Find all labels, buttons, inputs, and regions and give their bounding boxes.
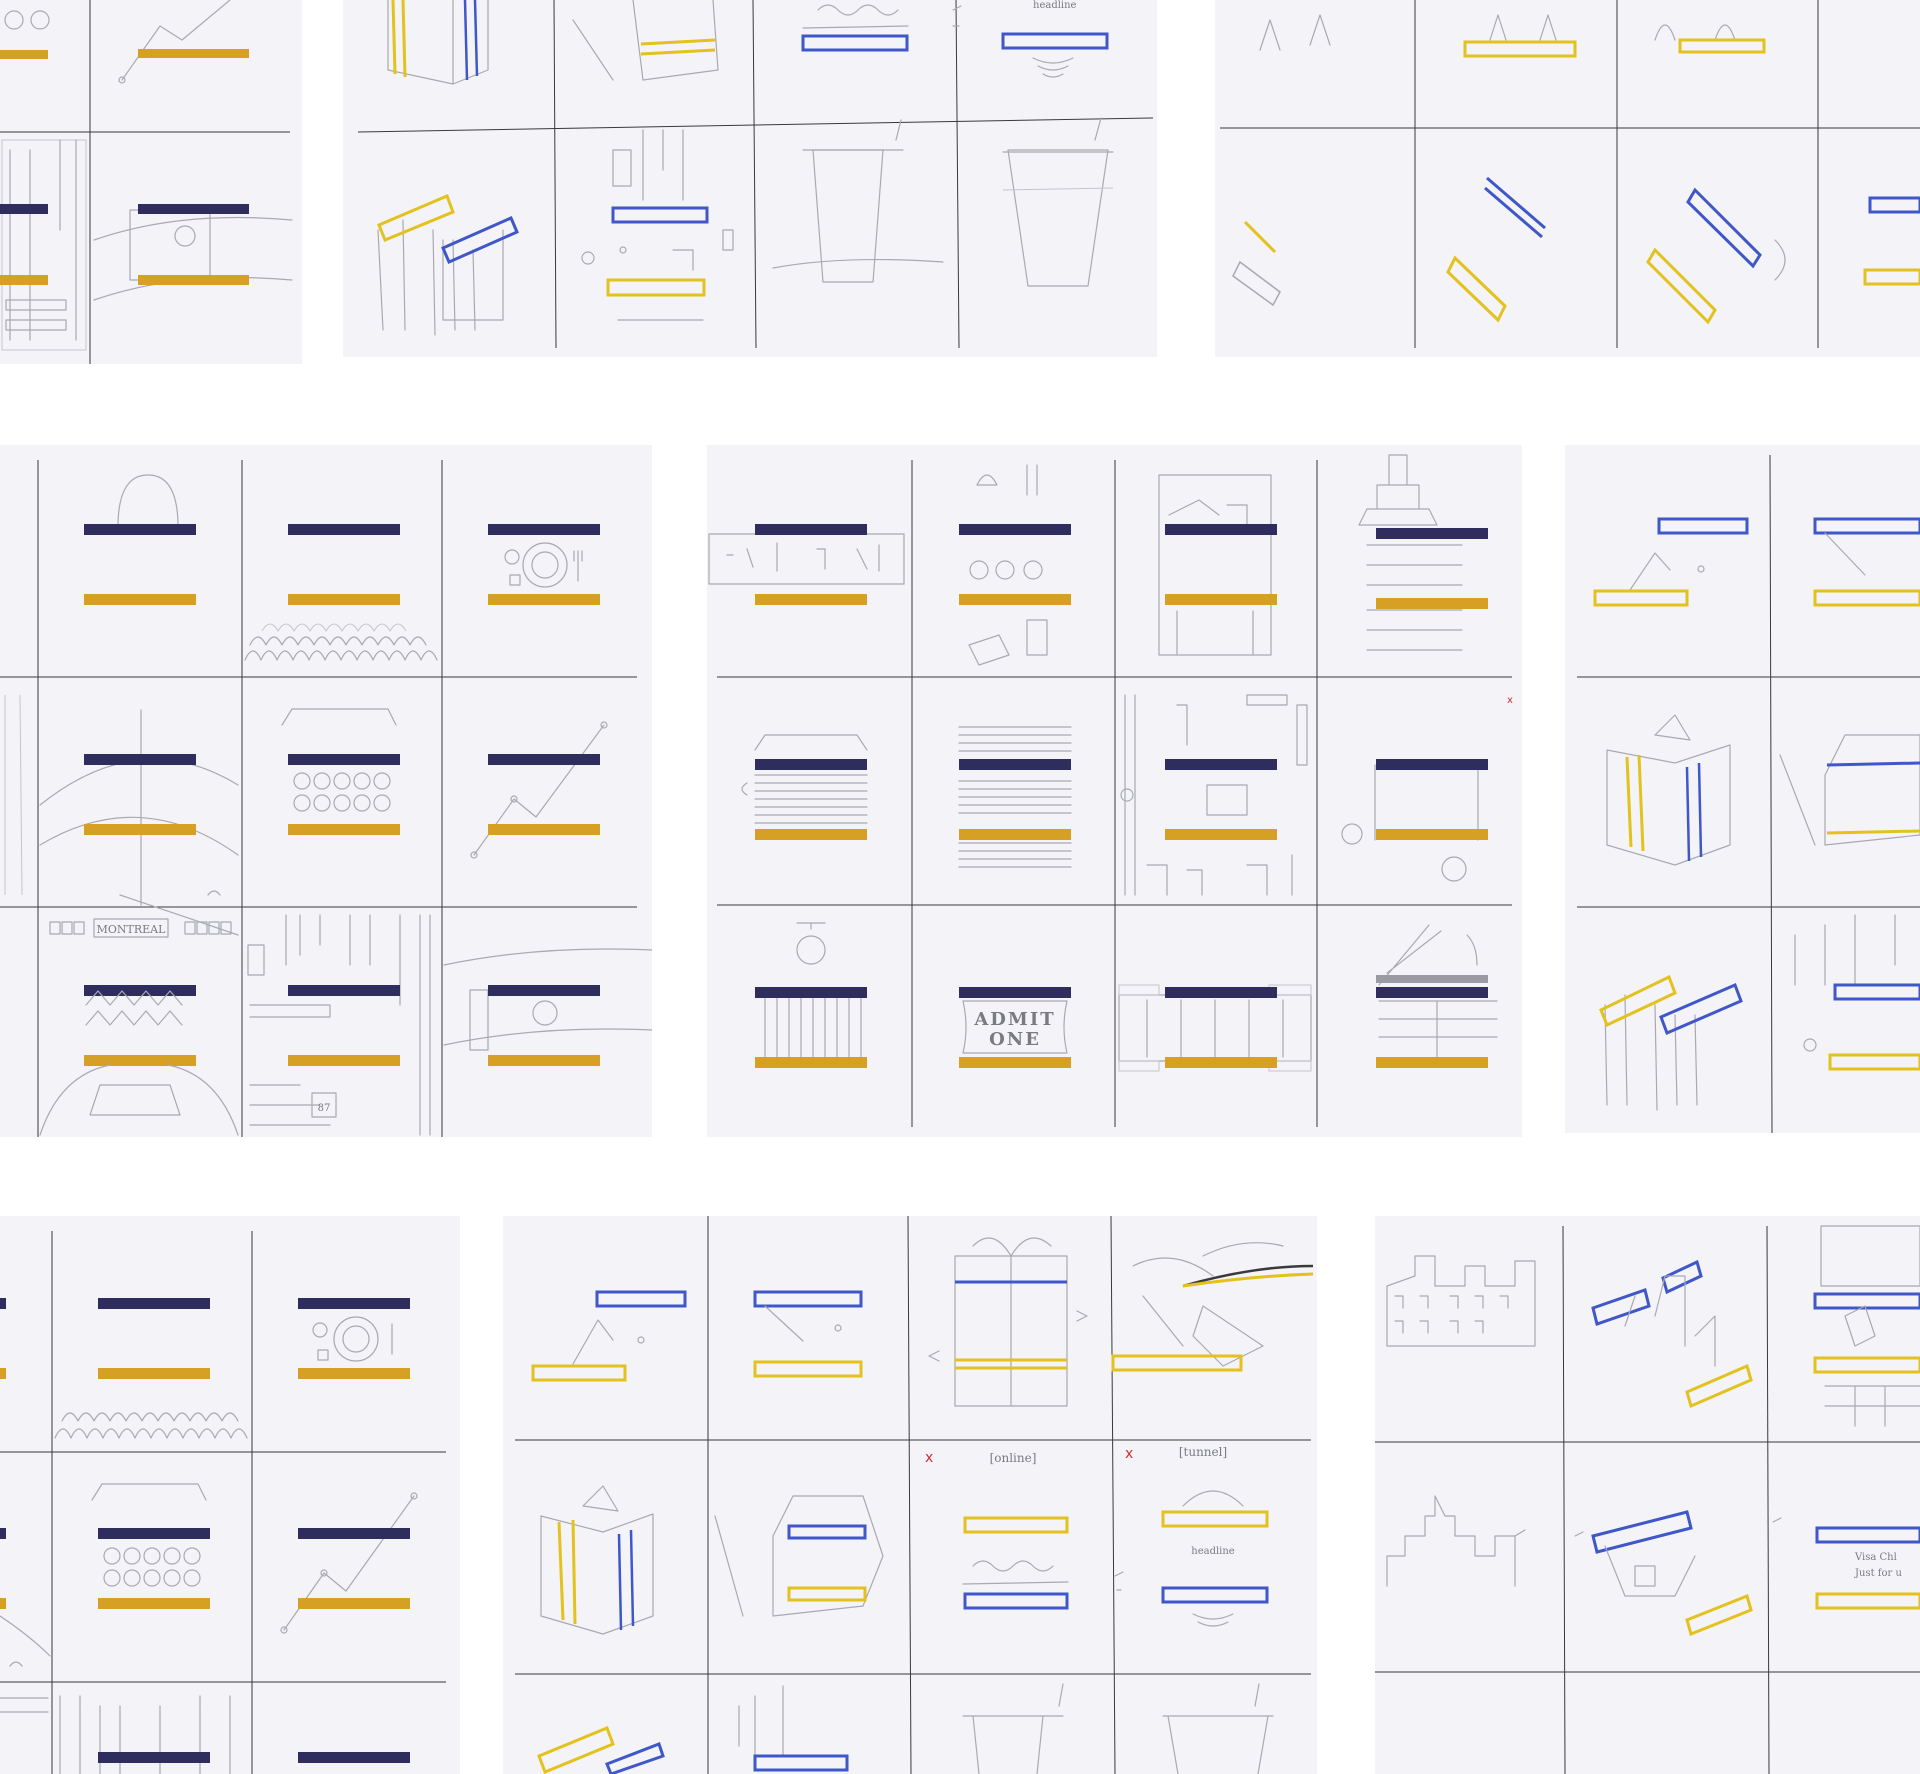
building-icon xyxy=(1386,1255,1536,1347)
montreal-sketch-text: MONTREAL xyxy=(97,923,166,936)
admit-sketch-text: ADMIT xyxy=(973,1009,1055,1030)
one-sketch-text: ONE xyxy=(989,1029,1041,1050)
wave-icon xyxy=(802,4,909,29)
line-graph-icon xyxy=(280,1492,418,1634)
skyscraper-icon xyxy=(1358,454,1463,651)
building-icon xyxy=(1604,994,1698,1111)
gift-box-icon xyxy=(540,1485,654,1635)
film-strip-icon xyxy=(443,948,652,1051)
tunnel-sketch-text: [tunnel] xyxy=(1179,1445,1227,1459)
audience-icon xyxy=(244,623,438,661)
cup-icon xyxy=(962,1683,1064,1774)
dinner-plate-icon xyxy=(504,542,583,588)
dinner-plate-icon xyxy=(312,1316,393,1362)
egg-carton-icon xyxy=(4,10,50,30)
line-graph-icon xyxy=(470,721,608,859)
city-map-icon xyxy=(581,129,734,271)
red-x-mark: x xyxy=(925,1450,933,1466)
storyboard-sheet-top-center: headline xyxy=(343,0,1157,357)
storyboard-sheet-top-right xyxy=(1215,0,1920,357)
headline-sketch-text: headline xyxy=(1033,0,1077,11)
city-map-icon xyxy=(1,139,87,351)
shopping-bag-icon xyxy=(117,474,179,528)
storyboard-sheet-middle-right xyxy=(1565,445,1920,1133)
fridge-icon xyxy=(1158,474,1272,656)
audience-icon xyxy=(54,1412,248,1439)
storyboard-sheet-middle-left: MONTREAL 87 xyxy=(0,445,652,1137)
visa-sketch-text-line1: Visa Chl xyxy=(1854,1552,1897,1563)
storyboard-sheet-bottom-center: x [online] x [tunnel] headline xyxy=(503,1216,1317,1774)
storyboard-sheet-top-left xyxy=(0,0,302,364)
storyboard-sheet-middle-center: x ADMIT ONE xyxy=(707,445,1522,1137)
building-icon xyxy=(377,219,504,336)
cup-icon xyxy=(772,119,944,283)
gift-box-icon xyxy=(928,1237,1088,1407)
storyboard-sheet-bottom-right: Visa Chl Just for u xyxy=(1375,1216,1920,1774)
red-x-mark: x xyxy=(1125,1446,1133,1462)
speaker-icon xyxy=(1120,694,1308,896)
power-pole-icon xyxy=(39,709,239,936)
gift-box-icon xyxy=(1606,714,1731,866)
wave-icon xyxy=(962,1560,1069,1585)
cup-icon xyxy=(1002,117,1114,287)
headline-sketch-text: headline xyxy=(1191,1546,1235,1557)
city-map-icon xyxy=(247,914,431,1136)
cup-icon xyxy=(1162,1683,1274,1774)
visa-sketch-text-line2: Just for u xyxy=(1854,1568,1902,1579)
line-graph-icon xyxy=(118,0,231,84)
film-strip-icon xyxy=(93,209,293,301)
online-sketch-text: [online] xyxy=(990,1451,1037,1465)
number-sketch-text: 87 xyxy=(318,1103,331,1114)
yarn-icon xyxy=(1341,764,1479,882)
red-x-mark: x xyxy=(1507,695,1513,706)
storyboard-sheet-bottom-left xyxy=(0,1216,460,1774)
